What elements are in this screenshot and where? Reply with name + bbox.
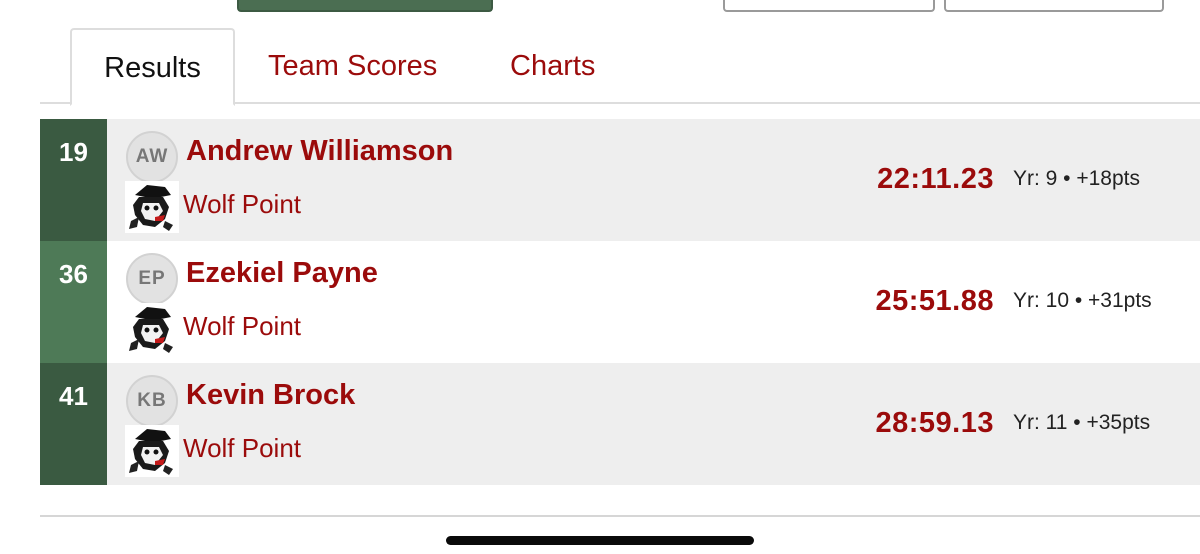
results-list: 19 AW Andrew Williamson Wolf Point 22:11… (40, 119, 1200, 485)
team-name-link[interactable]: Wolf Point (183, 311, 301, 342)
athlete-name-link[interactable]: Ezekiel Payne (186, 257, 378, 290)
section-divider (40, 515, 1200, 517)
results-page: Results Team Scores Charts 19 AW Andrew … (0, 0, 1200, 554)
athlete-name-link[interactable]: Andrew Williamson (186, 135, 453, 168)
tab-bar: Results Team Scores Charts (40, 28, 1200, 106)
wolf-mascot-icon (125, 181, 179, 233)
year-points: Yr: 10 • +31pts (1013, 289, 1152, 312)
place-number: 36 (40, 241, 107, 363)
top-outline-button-1[interactable] (723, 0, 935, 12)
result-row[interactable]: 19 AW Andrew Williamson Wolf Point 22:11… (40, 119, 1200, 241)
year-points: Yr: 9 • +18pts (1013, 167, 1141, 190)
finish-time: 22:11.23 (877, 163, 994, 195)
top-action-button[interactable] (237, 0, 493, 12)
athlete-name-link[interactable]: Kevin Brock (186, 379, 355, 412)
avatar: AW (126, 131, 178, 183)
place-number: 19 (40, 119, 107, 241)
wolf-mascot-icon (125, 303, 179, 355)
finish-time: 28:59.13 (875, 407, 994, 439)
result-row[interactable]: 41 KB Kevin Brock Wolf Point 28:59.13 Yr… (40, 363, 1200, 485)
team-name-link[interactable]: Wolf Point (183, 433, 301, 464)
year-points: Yr: 11 • +35pts (1013, 411, 1151, 434)
tab-team-scores[interactable]: Team Scores (268, 28, 437, 104)
avatar: KB (126, 375, 178, 427)
tab-charts[interactable]: Charts (510, 28, 595, 104)
team-name-link[interactable]: Wolf Point (183, 189, 301, 220)
finish-time: 25:51.88 (875, 285, 994, 317)
top-outline-button-2[interactable] (944, 0, 1164, 12)
result-row[interactable]: 36 EP Ezekiel Payne Wolf Point 25:51.88 … (40, 241, 1200, 363)
place-number: 41 (40, 363, 107, 485)
tab-results[interactable]: Results (70, 28, 235, 106)
avatar: EP (126, 253, 178, 305)
wolf-mascot-icon (125, 425, 179, 477)
home-indicator[interactable] (446, 536, 754, 545)
